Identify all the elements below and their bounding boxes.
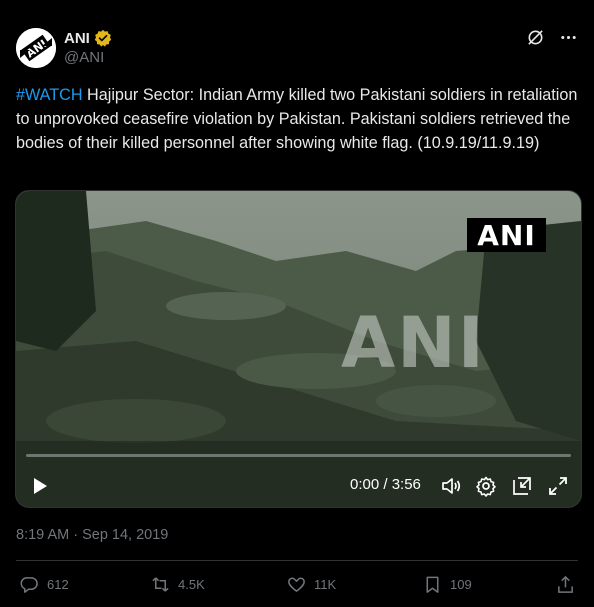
heart-icon — [288, 577, 305, 592]
reply-icon — [20, 577, 38, 593]
tweet-timestamp[interactable]: 8:19 AM · Sep 14, 2019 — [16, 527, 168, 543]
tweet-body: Hajipur Sector: Indian Army killed two P… — [16, 86, 578, 152]
volume-icon[interactable] — [440, 475, 462, 497]
like-button[interactable]: 11K — [287, 575, 336, 594]
share-button[interactable] — [556, 575, 575, 594]
play-icon[interactable] — [30, 476, 50, 496]
pop-out-icon[interactable] — [511, 475, 533, 497]
bookmark-button[interactable]: 109 — [423, 575, 472, 594]
bookmark-icon — [426, 576, 439, 593]
repost-button[interactable]: 4.5K — [151, 575, 205, 594]
author-name[interactable]: ANI — [64, 30, 90, 47]
repost-icon — [152, 577, 169, 592]
ani-logo-overlay: ANI — [467, 218, 546, 252]
like-count: 11K — [314, 577, 337, 592]
hashtag-link[interactable]: #WATCH — [16, 86, 83, 104]
tweet-text: #WATCH Hajipur Sector: Indian Army kille… — [16, 83, 582, 155]
top-actions — [526, 28, 578, 47]
divider — [16, 560, 578, 561]
tweet-card: ANI ANI @ANI #WATCH Hajipur Sector: Indi… — [0, 0, 594, 607]
avatar[interactable]: ANI — [16, 28, 56, 68]
video-time: 0:00 / 3:56 — [350, 476, 421, 493]
settings-icon[interactable] — [475, 475, 497, 497]
video-controls: 0:00 / 3:56 — [16, 469, 581, 503]
video-player[interactable]: ANI ANI 0:00 / 3:56 — [15, 190, 582, 508]
author-block: ANI @ANI — [64, 28, 112, 66]
repost-count: 4.5K — [178, 577, 205, 592]
ani-logo-icon: ANI — [16, 28, 56, 68]
grok-icon[interactable] — [526, 28, 545, 47]
more-options-icon[interactable] — [559, 28, 578, 47]
reply-button[interactable]: 612 — [20, 575, 69, 594]
bookmark-count: 109 — [450, 577, 472, 592]
action-bar: 612 4.5K 11K 109 — [0, 575, 594, 597]
video-progress-bar[interactable] — [26, 454, 571, 457]
verified-badge-icon — [94, 29, 112, 47]
reply-count: 612 — [47, 577, 69, 592]
author-handle[interactable]: @ANI — [64, 49, 112, 66]
fullscreen-icon[interactable] — [547, 475, 569, 497]
share-icon — [558, 575, 573, 593]
ani-watermark: ANI — [341, 302, 486, 384]
